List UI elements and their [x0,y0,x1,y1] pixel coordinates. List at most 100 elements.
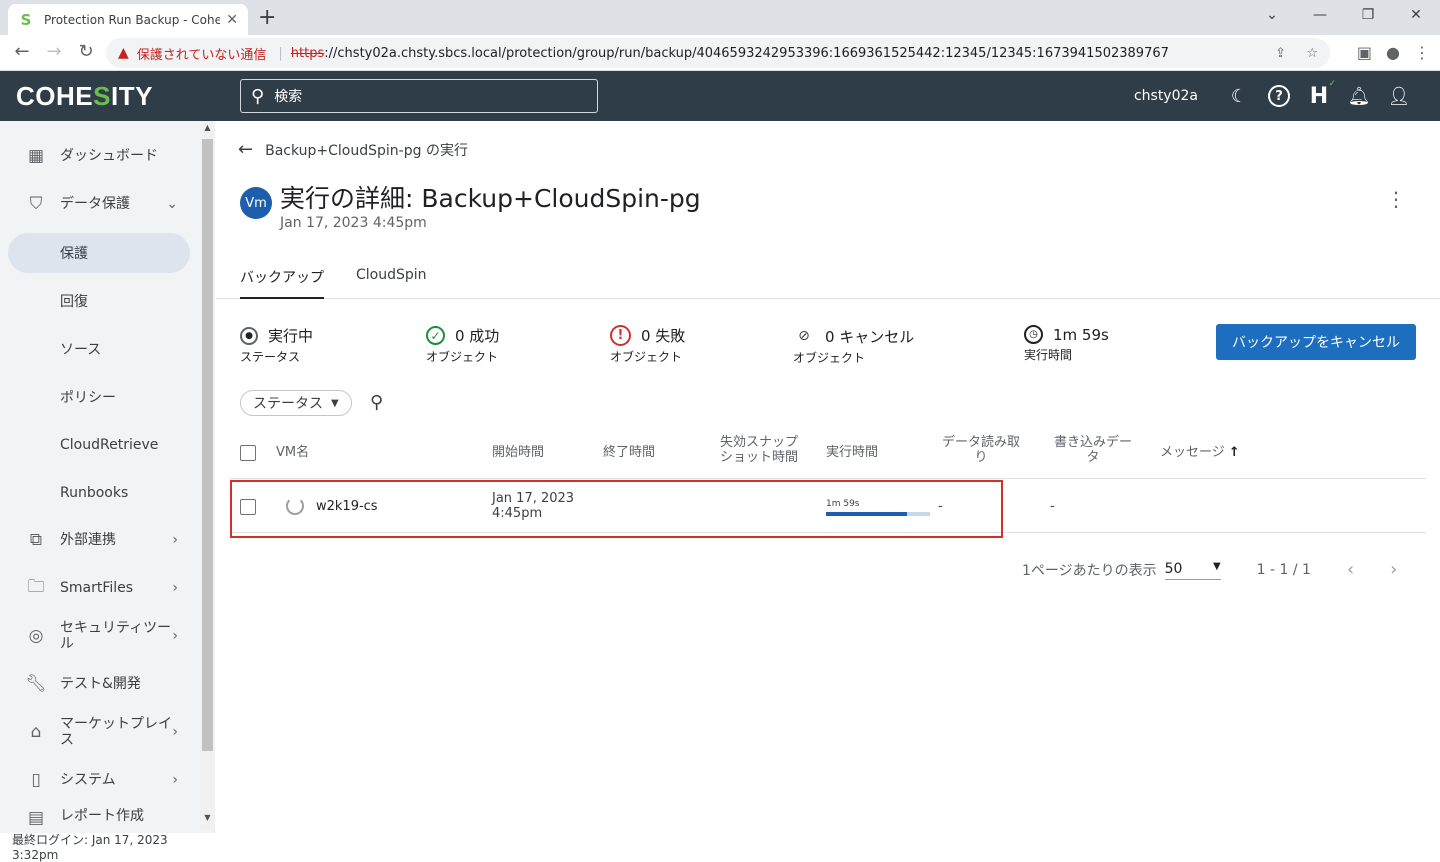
tab-cloudspin[interactable]: CloudSpin [356,267,427,299]
global-search-input[interactable]: ⚲ 検索 [240,79,598,113]
back-arrow-icon[interactable]: ← [238,139,253,160]
sidebar-item-security-tools[interactable]: ◎ セキュリティツール › [0,616,200,656]
search-icon: ⚲ [251,85,265,107]
col-expiry-time[interactable]: 失効スナップショット時間 [714,435,804,465]
bookmark-star-icon[interactable]: ☆ [1306,46,1318,61]
stat-success: ✓ 0 成功 オブジェクト [426,326,500,364]
status-filter[interactable]: ステータス ▼ [240,390,352,416]
user-account-icon[interactable]: 👤︎ [1388,85,1411,107]
folder-icon: 🗀 [27,576,45,597]
sidebar-item-dashboard[interactable]: ▦ ダッシュボード [0,136,200,176]
system-icon: ▯ [31,770,41,790]
minimize-icon[interactable]: — [1296,0,1344,30]
previous-page-icon[interactable]: ‹ [1347,559,1354,580]
col-data-written[interactable]: 書き込みデータ [1048,435,1138,465]
browser-menu-icon[interactable]: ⋮ [1414,43,1430,62]
store-icon: ⌂ [30,722,42,742]
network-icon: ⧉ [29,530,43,550]
col-start-time[interactable]: 開始時間 [492,445,544,460]
back-icon[interactable]: ← [10,41,34,62]
wrench-icon: 🔧︎ [25,674,47,694]
col-data-read[interactable]: データ読み取り [936,435,1026,465]
sidebar-item-recovery[interactable]: 回復 [8,281,190,321]
browser-tab[interactable]: S Protection Run Backup - Cohesity ✕ [8,4,248,35]
cohesity-logo[interactable]: COHESITY [16,81,153,112]
more-actions-icon[interactable]: ⋮ [1386,187,1406,211]
table-header: VM名 開始時間 終了時間 失効スナップショット時間 実行時間 データ読み取り … [230,427,1426,479]
main-content: ← Backup+CloudSpin-pg の実行 Vm 実行の詳細: Back… [216,121,1440,860]
sidebar-item-runbooks[interactable]: Runbooks [8,473,190,513]
sidebar-item-cloudretrieve[interactable]: CloudRetrieve [8,425,190,465]
items-per-page-select[interactable]: 50 ▼ [1164,559,1221,580]
address-bar: ← → ↻ ▲ 保護されていない通信 | https ://chsty02a.c… [0,35,1440,71]
url-scheme: https [290,45,325,61]
col-duration[interactable]: 実行時間 [826,445,878,460]
next-page-icon[interactable]: › [1390,559,1397,580]
highlight-box [230,480,1003,538]
scroll-down-arrow-icon[interactable]: ▼ [200,813,215,822]
sidebar-item-sources[interactable]: ソース [8,329,190,369]
chevron-right-icon: › [172,772,178,788]
col-message[interactable]: メッセージ ↑ [1160,445,1240,460]
dropdown-arrow-icon: ▼ [331,397,339,409]
sidebar-item-policies[interactable]: ポリシー [8,377,190,417]
chevron-down-icon: ⌄ [166,196,178,212]
chevron-right-icon: › [172,724,178,740]
help-icon[interactable]: ? [1268,85,1290,107]
shield-icon: ⛉ [29,194,43,214]
profile-icon[interactable]: ● [1386,43,1400,62]
sidebar-scrollbar-thumb[interactable] [202,139,213,751]
cluster-name[interactable]: chsty02a [1134,88,1198,104]
canceled-icon: ⊘ [798,328,810,344]
col-vm-name[interactable]: VM名 [276,445,309,460]
stat-status: ● 実行中 ステータス [240,326,314,364]
new-tab-button[interactable]: + [258,5,276,30]
sidebar-item-test-dev[interactable]: 🔧︎ テスト&開発 [0,664,200,704]
side-panel-icon[interactable]: ▣ [1357,43,1372,62]
sidebar-item-protection[interactable]: 保護 [8,233,190,273]
stat-failed: ! 0 失敗 オブジェクト [610,325,686,364]
connected-check-icon: ✓ [1328,79,1336,89]
tabs: バックアップ CloudSpin [216,257,1440,299]
dashboard-icon: ▦ [27,146,45,166]
close-window-icon[interactable]: ✕ [1392,0,1440,30]
chevron-right-icon: › [172,628,178,644]
select-all-checkbox[interactable] [240,445,256,461]
cancel-backup-button[interactable]: バックアップをキャンセル [1216,324,1416,360]
sidebar-item-marketplace[interactable]: ⌂ マーケットプレイス › [0,712,200,752]
cohesity-favicon-icon: S [20,10,32,29]
tab-backup[interactable]: バックアップ [240,267,324,299]
url-field[interactable]: ▲ 保護されていない通信 | https ://chsty02a.chsty.s… [106,38,1330,68]
sidebar: ▦ ダッシュボード ⛉ データ保護 ⌄ 保護 回復 ソース ポリシー Cloud… [0,121,215,862]
col-end-time[interactable]: 終了時間 [603,445,655,460]
sidebar-item-system[interactable]: ▯ システム › [0,760,200,800]
close-tab-icon[interactable]: ✕ [226,12,238,28]
warning-icon: ▲ [118,45,129,61]
share-icon[interactable]: ⇪ [1275,46,1286,61]
sort-ascending-icon: ↑ [1228,445,1240,460]
restore-icon[interactable]: ❐ [1344,0,1392,30]
running-status-icon: ● [240,326,258,345]
helios-icon[interactable]: H ✓ [1308,79,1336,109]
clock-icon: ◷ [1024,325,1043,344]
dark-mode-moon-icon[interactable]: ☾ [1228,85,1250,107]
last-login: 最終ログイン: Jan 17, 2023 3:32pm [0,833,215,862]
breadcrumb[interactable]: ← Backup+CloudSpin-pg の実行 [238,139,468,160]
sidebar-item-data-protection[interactable]: ⛉ データ保護 ⌄ [0,184,200,224]
stat-duration: ◷ 1m 59s 実行時間 [1024,325,1109,362]
sidebar-item-reports[interactable]: ▤ レポート作成 [0,808,200,832]
reload-icon[interactable]: ↻ [74,41,98,62]
table-search-icon[interactable]: ⚲ [370,392,383,413]
sidebar-item-external-integration[interactable]: ⧉ 外部連携 › [0,520,200,560]
chevron-right-icon: › [172,532,178,548]
data-written: - [1050,499,1055,514]
notifications-bell-icon[interactable]: 🔔︎ [1348,85,1371,107]
forward-icon[interactable]: → [42,41,66,62]
sidebar-item-smartfiles[interactable]: 🗀 SmartFiles › [0,568,200,608]
tab-title: Protection Run Backup - Cohesity [44,12,221,27]
vm-avatar: Vm [240,187,272,219]
insecure-label: 保護されていない通信 [136,47,267,63]
url-text: ://chsty02a.chsty.sbcs.local/protection/… [324,45,1169,61]
tab-search-icon[interactable]: ⌄ [1248,0,1296,30]
scroll-up-arrow-icon[interactable]: ▲ [200,123,215,132]
